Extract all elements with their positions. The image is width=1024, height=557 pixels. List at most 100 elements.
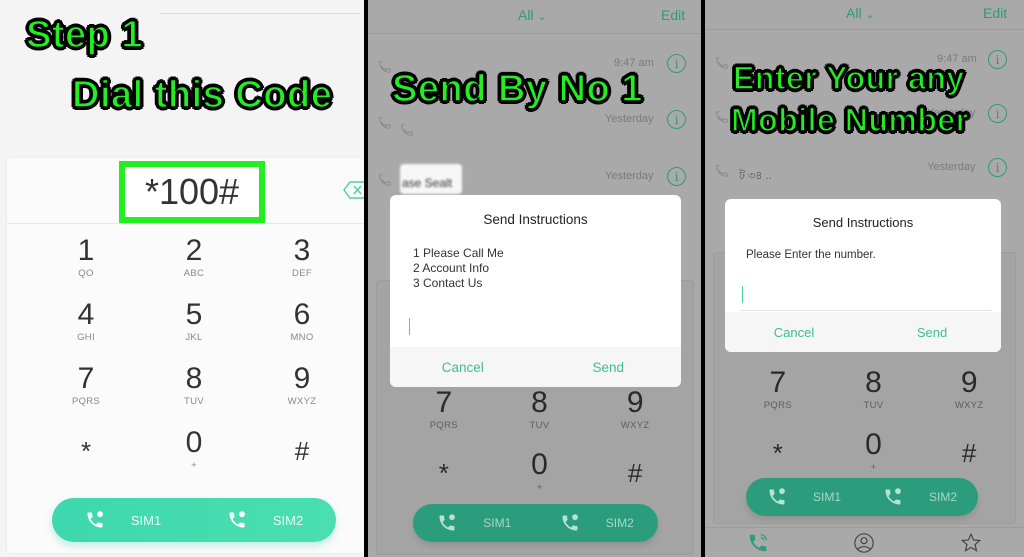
sim1-call-button[interactable]: SIM1 [746, 487, 862, 507]
dialog-title: Send Instructions [483, 212, 588, 227]
sim1-call-button[interactable]: SIM1 [52, 510, 194, 530]
key-star[interactable]: * [32, 428, 140, 492]
key-0[interactable]: 0 + [492, 450, 588, 510]
dial-input-value: *100# [144, 171, 240, 212]
call-time: Yesterday [927, 161, 976, 173]
caption-send-by-no-1: Send By No 1 [391, 67, 643, 111]
key-4[interactable]: 4 GHI [32, 300, 140, 364]
key-9[interactable]: 9 WXYZ [921, 368, 1017, 430]
key-digit: # [961, 438, 977, 468]
key-1[interactable]: 1 QO [32, 236, 140, 300]
key-star[interactable]: * [396, 450, 492, 510]
sim1-label: SIM1 [812, 490, 841, 504]
caption-mobile-number: Mobile Number [730, 101, 969, 139]
key-digit: 1 [77, 234, 95, 267]
key-digit: 2 [185, 234, 203, 267]
filter-dropdown[interactable]: All ⌄ [846, 5, 875, 21]
panel-send-by-no-1: All ⌄ Edit 9:47 am i Yesterday i ase Sea… [368, 0, 701, 557]
sim-call-bar: SIM1 SIM2 [746, 478, 978, 516]
key-7[interactable]: 7 PQRS [32, 364, 140, 428]
option-please-call-me: 1 Please Call Me [413, 246, 504, 260]
chevron-down-icon: ⌄ [865, 9, 875, 21]
key-digit: 0 [531, 448, 548, 481]
key-digit: 6 [293, 298, 311, 331]
key-digit: 8 [865, 366, 882, 399]
info-icon[interactable]: i [667, 54, 686, 73]
filter-label: All [846, 5, 862, 21]
phone-sim1-icon [439, 514, 456, 531]
text-caret [409, 318, 410, 335]
phone-sim2-icon [562, 514, 578, 531]
key-3[interactable]: 3 DEF [248, 236, 356, 300]
send-instructions-dialog: Send Instructions Please Enter the numbe… [725, 199, 1001, 352]
key-digit: 9 [293, 362, 311, 395]
info-icon[interactable]: i [988, 158, 1007, 177]
key-7[interactable]: 7 PQRS [730, 368, 826, 430]
filter-dropdown[interactable]: All ⌄ [518, 7, 547, 23]
divider [160, 13, 360, 14]
key-digit: 7 [769, 366, 787, 399]
send-instructions-dialog: Send Instructions 1 Please Call Me 2 Acc… [390, 195, 681, 387]
info-icon[interactable]: i [667, 167, 686, 186]
key-letters: WXYZ [620, 420, 650, 431]
cancel-button[interactable]: Cancel [725, 312, 863, 352]
key-digit: 9 [960, 366, 978, 399]
missed-call-icon [716, 165, 728, 177]
dialog-footer: Cancel Send [725, 312, 1001, 352]
sim2-call-button[interactable]: SIM2 [536, 513, 659, 533]
key-letters: MNO [290, 332, 314, 343]
backspace-icon[interactable] [343, 181, 364, 199]
top-bar: All ⌄ Edit [368, 0, 701, 34]
key-digit: 5 [185, 298, 203, 331]
key-letters: + [191, 460, 197, 471]
key-hash[interactable]: # [587, 450, 683, 510]
chevron-down-icon: ⌄ [537, 11, 547, 23]
key-digit: 3 [293, 234, 311, 267]
send-button[interactable]: Send [863, 312, 1001, 352]
key-2[interactable]: 2 ABC [140, 236, 248, 300]
cancel-button[interactable]: Cancel [390, 347, 536, 387]
key-6[interactable]: 6 MNO [248, 300, 356, 364]
key-9[interactable]: 9 WXYZ [587, 388, 683, 450]
phone-sim2-icon [229, 511, 245, 528]
edit-button[interactable]: Edit [661, 7, 685, 23]
contacts-icon[interactable] [853, 532, 875, 554]
edit-button[interactable]: Edit [983, 5, 1007, 21]
sim1-call-button[interactable]: SIM1 [413, 513, 536, 533]
send-button[interactable]: Send [536, 347, 682, 387]
phone-icon[interactable] [747, 532, 769, 554]
info-icon[interactable]: i [988, 104, 1007, 123]
key-8[interactable]: 8 TUV [826, 368, 922, 430]
key-digit: 7 [77, 362, 95, 395]
dial-input-highlight[interactable]: *100# [119, 161, 265, 223]
key-8[interactable]: 8 TUV [492, 388, 588, 450]
reply-input[interactable] [408, 313, 666, 349]
info-icon[interactable]: i [667, 110, 686, 129]
key-letters: ABC [183, 268, 205, 279]
key-8[interactable]: 8 TUV [140, 364, 248, 428]
call-log-row[interactable]: Yesterday i [368, 110, 701, 166]
key-hash[interactable]: # [248, 428, 356, 492]
number-input[interactable] [741, 279, 991, 311]
favorites-icon[interactable] [960, 532, 982, 554]
key-digit: # [294, 436, 310, 466]
info-icon[interactable]: i [988, 50, 1007, 69]
key-letters: + [536, 482, 543, 493]
phone-sim2-icon [885, 488, 901, 505]
key-5[interactable]: 5 JKL [140, 300, 248, 364]
sim2-call-button[interactable]: SIM2 [194, 510, 336, 530]
key-9[interactable]: 9 WXYZ [248, 364, 356, 428]
dialog-message: Please Enter the number. [746, 249, 876, 261]
dialog-options: 1 Please Call Me 2 Account Info 3 Contac… [413, 246, 681, 291]
caption-step-1: Step 1 [25, 13, 144, 57]
key-digit: * [438, 458, 449, 488]
key-0[interactable]: 0 + [140, 428, 248, 492]
text-caret [742, 286, 743, 303]
sim-call-bar: SIM1 SIM2 [413, 504, 658, 542]
bottom-nav [705, 527, 1024, 557]
sim2-label: SIM2 [928, 490, 957, 504]
key-letters: GHI [77, 332, 95, 343]
sim2-call-button[interactable]: SIM2 [862, 487, 978, 507]
key-letters: JKL [185, 332, 203, 343]
key-7[interactable]: 7 PQRS [396, 388, 492, 450]
